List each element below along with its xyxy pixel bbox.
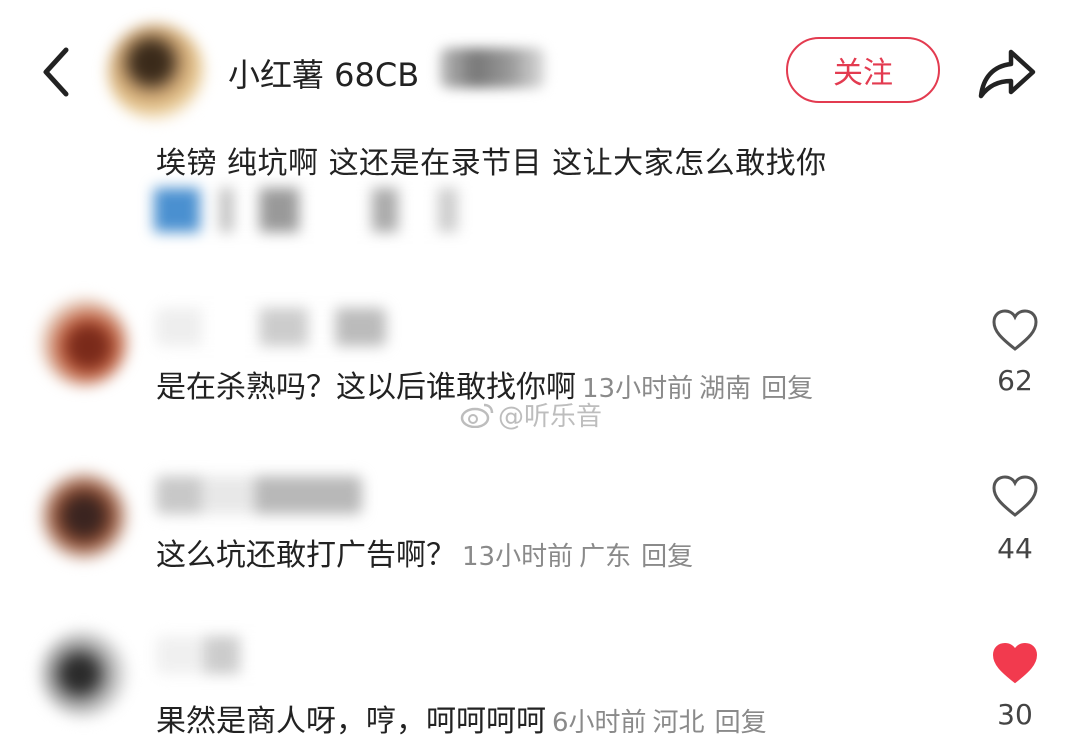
- post-text: 埃镑 纯坑啊 这还是在录节目 这让大家怎么敢找你: [156, 146, 827, 181]
- post-meta-redaction: [154, 188, 484, 232]
- weibo-icon: [460, 403, 494, 428]
- heart-filled-icon: [992, 642, 1038, 684]
- reply-button[interactable]: 回复: [641, 542, 693, 572]
- like-count: 30: [997, 698, 1033, 731]
- comment-item: 果然是商人呀，哼，呵呵呵呵 6小时前 河北 回复: [156, 696, 767, 740]
- comment-text[interactable]: 这么坑还敢打广告啊？: [156, 538, 456, 573]
- watermark-text: @听乐音: [498, 402, 603, 432]
- reply-button[interactable]: 回复: [761, 374, 813, 404]
- comment-location: 河北: [652, 708, 705, 738]
- like-button[interactable]: [991, 308, 1039, 352]
- author-username[interactable]: 小红薯 68CB: [228, 50, 419, 96]
- username-redaction: [440, 48, 545, 88]
- like-count: 62: [997, 364, 1033, 397]
- heart-outline-icon: [992, 475, 1038, 517]
- like-count: 44: [997, 532, 1033, 565]
- like-button[interactable]: [991, 474, 1039, 518]
- comment-location: 湖南: [699, 374, 752, 404]
- comment-avatar[interactable]: [40, 630, 128, 718]
- back-arrow-icon: [43, 47, 69, 97]
- share-icon: [978, 49, 1036, 99]
- watermark: @听乐音: [460, 396, 602, 433]
- comment-time: 6小时前: [552, 708, 647, 738]
- comment-time: 13小时前: [462, 542, 574, 572]
- follow-button[interactable]: 关注: [786, 37, 940, 103]
- share-button[interactable]: [975, 40, 1039, 104]
- like-button[interactable]: [991, 641, 1039, 685]
- author-avatar[interactable]: [108, 24, 204, 120]
- back-button[interactable]: [30, 40, 86, 104]
- comment-text[interactable]: 果然是商人呀，哼，呵呵呵呵: [156, 704, 546, 739]
- heart-outline-icon: [992, 309, 1038, 351]
- comment-item: 这么坑还敢打广告啊？ 13小时前 广东 回复: [156, 530, 693, 574]
- reply-button[interactable]: 回复: [715, 708, 767, 738]
- comment-avatar[interactable]: [40, 298, 128, 386]
- comment-username-redaction: [156, 308, 386, 346]
- comment-username-redaction: [156, 636, 276, 674]
- comment-location: 广东: [579, 542, 632, 572]
- comment-avatar[interactable]: [40, 472, 128, 560]
- comment-username-redaction: [156, 476, 362, 514]
